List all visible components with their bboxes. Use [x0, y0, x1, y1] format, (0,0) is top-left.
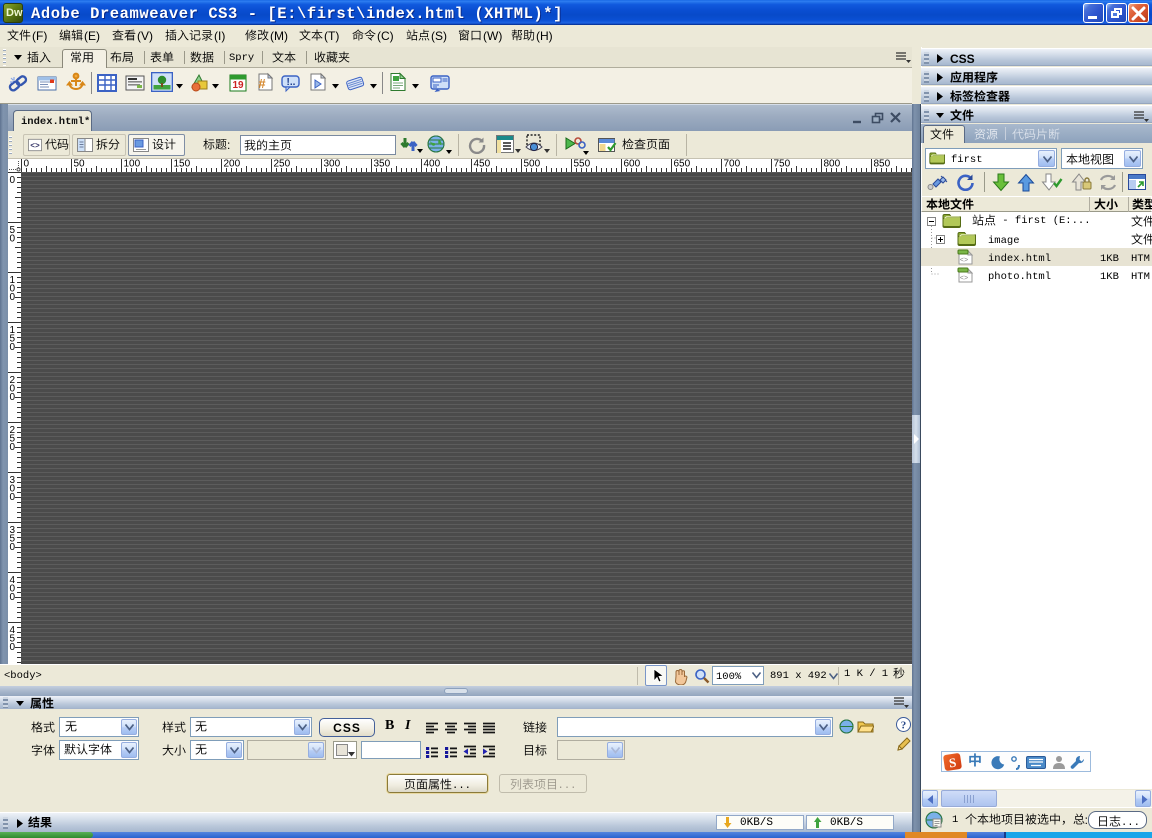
- svg-text:0: 0: [24, 159, 30, 170]
- svg-text:<>: <>: [30, 142, 40, 151]
- svg-text:<>: <>: [960, 257, 968, 265]
- svg-text:450: 450: [474, 159, 491, 170]
- svg-text:150: 150: [174, 159, 191, 170]
- svg-text:!..: !..: [287, 77, 296, 88]
- svg-text:750: 750: [774, 159, 791, 170]
- svg-text:0: 0: [10, 234, 16, 245]
- svg-text:#: #: [258, 76, 266, 91]
- svg-text:350: 350: [374, 159, 391, 170]
- svg-text:300: 300: [324, 159, 341, 170]
- svg-text:0: 0: [10, 342, 16, 353]
- svg-text:400: 400: [424, 159, 441, 170]
- svg-text:500: 500: [524, 159, 541, 170]
- svg-text:0: 0: [10, 442, 16, 453]
- svg-text:0: 0: [10, 592, 16, 603]
- svg-text:50: 50: [74, 159, 86, 170]
- svg-text:250: 250: [274, 159, 291, 170]
- svg-text:0: 0: [10, 642, 16, 653]
- svg-text:700: 700: [724, 159, 741, 170]
- svg-text:650: 650: [674, 159, 691, 170]
- svg-text:0: 0: [10, 392, 16, 403]
- svg-text:S: S: [948, 755, 957, 771]
- svg-text:0: 0: [10, 542, 16, 553]
- svg-text:600: 600: [624, 159, 641, 170]
- svg-text:0: 0: [10, 175, 16, 186]
- svg-text:550: 550: [574, 159, 591, 170]
- svg-text:?: ?: [901, 720, 907, 732]
- svg-text:0: 0: [10, 292, 16, 303]
- svg-text:850: 850: [874, 159, 891, 170]
- svg-text:800: 800: [824, 159, 841, 170]
- svg-text:100: 100: [124, 159, 141, 170]
- svg-text:0: 0: [10, 492, 16, 503]
- svg-text:200: 200: [224, 159, 241, 170]
- svg-text:19: 19: [232, 80, 244, 91]
- svg-text:<>: <>: [960, 275, 968, 283]
